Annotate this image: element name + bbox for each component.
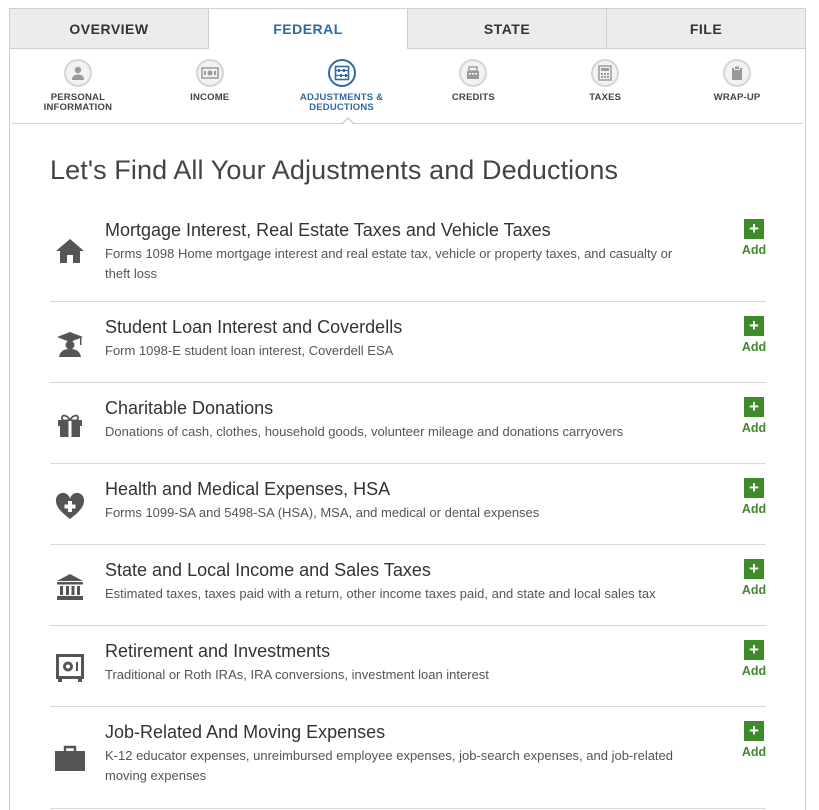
- list-item: Health and Medical Expenses, HSA Forms 1…: [50, 464, 766, 545]
- category-description: Traditional or Roth IRAs, IRA conversion…: [105, 667, 489, 682]
- tab-file[interactable]: FILE: [607, 9, 805, 49]
- list-item: Charitable Donations Donations of cash, …: [50, 383, 766, 464]
- category-title: State and Local Income and Sales Taxes: [105, 560, 431, 580]
- category-description: Donations of cash, clothes, household go…: [105, 424, 624, 439]
- tab-overview[interactable]: OVERVIEW: [10, 9, 209, 49]
- list-item: Retirement and Investments Traditional o…: [50, 626, 766, 707]
- add-label: Add: [741, 421, 767, 435]
- add-label: Add: [741, 243, 767, 257]
- tab-state[interactable]: STATE: [408, 9, 607, 49]
- clipboard-icon: [723, 59, 752, 87]
- list-item: Job-Related And Moving Expenses K-12 edu…: [50, 707, 766, 809]
- page-title: Let's Find All Your Adjustments and Dedu…: [50, 155, 619, 185]
- tab-federal[interactable]: FEDERAL: [209, 9, 408, 49]
- add-retirement-button[interactable]: + Add: [742, 640, 766, 678]
- plus-icon: +: [744, 721, 764, 741]
- list-item: Mortgage Interest, Real Estate Taxes and…: [50, 205, 766, 302]
- category-text: Charitable Donations Donations of cash, …: [105, 396, 696, 442]
- category-title: Health and Medical Expenses, HSA: [105, 479, 391, 499]
- category-description: Form 1098-E student loan interest, Cover…: [105, 343, 394, 358]
- category-title: Job-Related And Moving Expenses: [105, 722, 386, 742]
- category-text: Health and Medical Expenses, HSA Forms 1…: [105, 477, 696, 523]
- add-mortgage-button[interactable]: + Add: [742, 219, 766, 257]
- step-taxes[interactable]: TAXES: [539, 49, 671, 123]
- category-text: Retirement and Investments Traditional o…: [105, 639, 696, 685]
- add-student-loan-button[interactable]: + Add: [742, 316, 766, 354]
- safe-icon: [54, 652, 86, 684]
- category-title: Retirement and Investments: [105, 641, 331, 661]
- graduation-cap-icon: [54, 328, 86, 360]
- step-adjustments-deductions[interactable]: ADJUSTMENTS & DEDUCTIONS: [276, 49, 408, 123]
- main-tabs: OVERVIEW FEDERAL STATE FILE: [10, 9, 805, 49]
- briefcase-icon: [54, 742, 86, 774]
- add-health-button[interactable]: + Add: [742, 478, 766, 516]
- category-text: State and Local Income and Sales Taxes E…: [105, 558, 696, 604]
- category-text: Job-Related And Moving Expenses K-12 edu…: [105, 720, 696, 786]
- person-icon: [63, 59, 92, 87]
- cash-register-icon: [459, 59, 488, 87]
- plus-icon: +: [744, 219, 764, 239]
- step-label: TAXES: [589, 92, 622, 103]
- category-text: Student Loan Interest and Coverdells For…: [105, 315, 696, 361]
- step-label: ADJUSTMENTS & DEDUCTIONS: [299, 92, 384, 113]
- plus-icon: +: [744, 640, 764, 660]
- category-description: Forms 1099-SA and 5498-SA (HSA), MSA, an…: [105, 505, 540, 520]
- category-description: K-12 educator expenses, unreimbursed emp…: [105, 748, 674, 783]
- step-personal-information[interactable]: PERSONAL INFORMATION: [12, 49, 144, 123]
- add-charitable-button[interactable]: + Add: [742, 397, 766, 435]
- plus-icon: +: [744, 478, 764, 498]
- add-label: Add: [741, 745, 767, 759]
- category-title: Student Loan Interest and Coverdells: [105, 317, 403, 337]
- add-label: Add: [741, 340, 767, 354]
- gift-icon: [54, 409, 86, 441]
- medical-heart-icon: [54, 490, 86, 522]
- add-label: Add: [741, 583, 767, 597]
- category-description: Estimated taxes, taxes paid with a retur…: [105, 586, 656, 601]
- category-text: Mortgage Interest, Real Estate Taxes and…: [105, 218, 696, 284]
- step-label: INCOME: [190, 92, 230, 103]
- calculator-icon: [591, 59, 620, 87]
- category-title: Mortgage Interest, Real Estate Taxes and…: [105, 220, 551, 240]
- plus-icon: +: [744, 316, 764, 336]
- abacus-icon: [327, 59, 356, 87]
- list-item: Student Loan Interest and Coverdells For…: [50, 302, 766, 383]
- house-icon: [54, 235, 86, 267]
- list-item: State and Local Income and Sales Taxes E…: [50, 545, 766, 626]
- category-title: Charitable Donations: [105, 398, 274, 418]
- money-icon: [195, 59, 224, 87]
- add-job-related-button[interactable]: + Add: [742, 721, 766, 759]
- add-state-local-taxes-button[interactable]: + Add: [742, 559, 766, 597]
- add-label: Add: [741, 502, 767, 516]
- step-label: PERSONAL INFORMATION: [43, 92, 113, 113]
- federal-steps-nav: PERSONAL INFORMATION INCOME ADJUSTMENTS &…: [12, 49, 803, 125]
- plus-icon: +: [744, 397, 764, 417]
- step-income[interactable]: INCOME: [144, 49, 276, 123]
- step-label: WRAP-UP: [713, 92, 761, 103]
- add-label: Add: [741, 664, 767, 678]
- category-description: Forms 1098 Home mortgage interest and re…: [105, 246, 673, 281]
- tax-interview-panel: OVERVIEW FEDERAL STATE FILE PERSONAL INFO…: [9, 8, 806, 810]
- plus-icon: +: [744, 559, 764, 579]
- government-building-icon: [54, 571, 86, 603]
- step-label: CREDITS: [451, 92, 495, 103]
- step-wrap-up[interactable]: WRAP-UP: [671, 49, 803, 123]
- step-credits[interactable]: CREDITS: [407, 49, 539, 123]
- deduction-category-list: Mortgage Interest, Real Estate Taxes and…: [50, 205, 766, 809]
